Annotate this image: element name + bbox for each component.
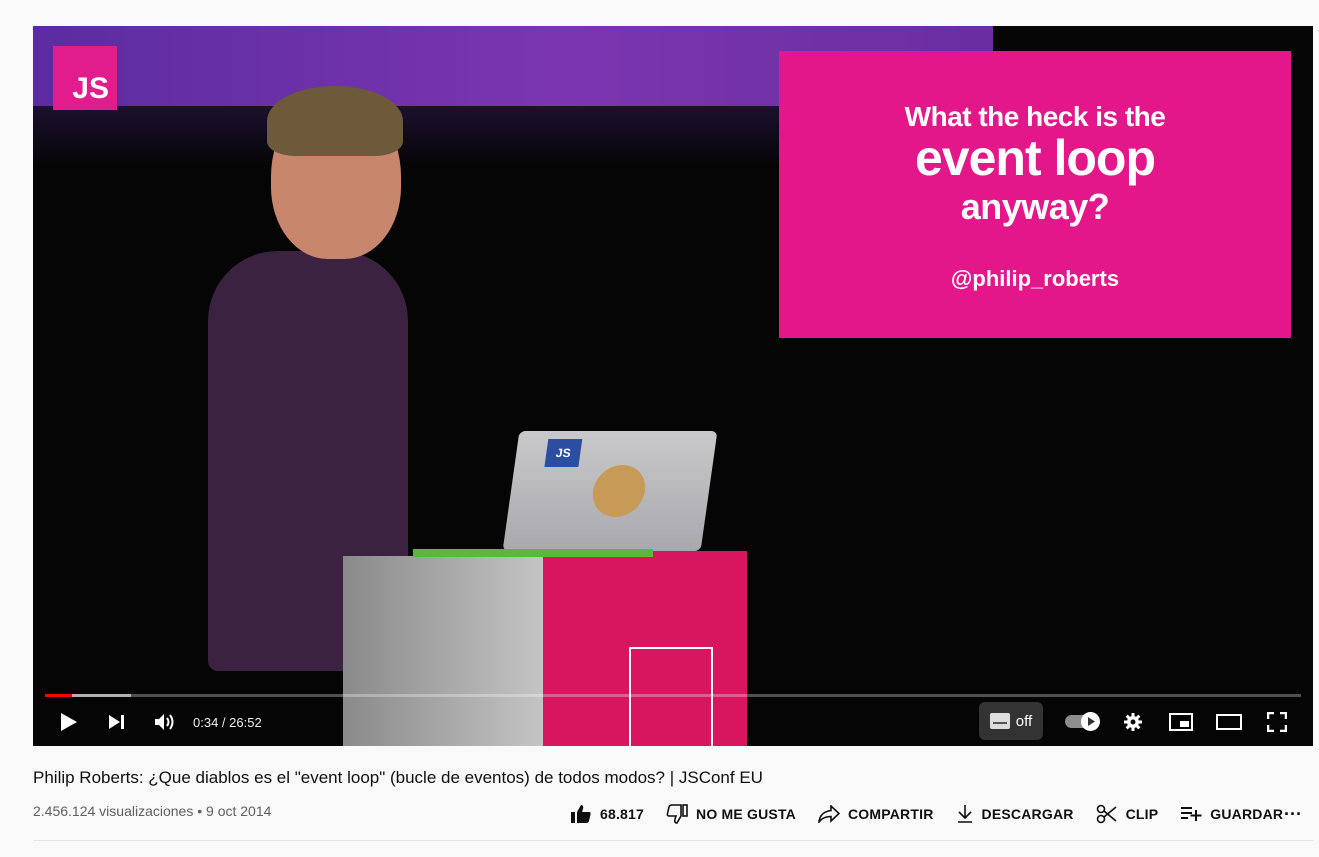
dislike-button[interactable]: NO ME GUSTA xyxy=(666,804,796,824)
next-button[interactable] xyxy=(103,702,131,742)
settings-button[interactable] xyxy=(1119,702,1147,742)
like-button[interactable]: 68.817 xyxy=(570,804,644,824)
autoplay-knob xyxy=(1081,712,1100,731)
video-player[interactable]: JS What the heck is the event loop anywa… xyxy=(33,26,1313,746)
mute-button[interactable] xyxy=(151,702,179,742)
video-meta: 2.456.124 visualizaciones • 9 oct 2014 xyxy=(33,803,271,819)
captions-button[interactable]: off xyxy=(979,702,1043,740)
video-title: Philip Roberts: ¿Que diablos es el "even… xyxy=(33,768,763,787)
theater-mode-button[interactable] xyxy=(1213,702,1245,742)
share-button[interactable]: COMPARTIR xyxy=(818,805,934,823)
clip-button[interactable]: CLIP xyxy=(1096,804,1159,824)
player-controls: 0:34 / 26:52 off xyxy=(33,702,1313,742)
share-icon xyxy=(818,805,840,823)
save-label: GUARDAR xyxy=(1210,806,1284,822)
fullscreen-button[interactable] xyxy=(1263,702,1291,742)
more-actions-button[interactable]: ··· xyxy=(1282,800,1304,828)
view-count: 2.456.124 visualizaciones xyxy=(33,803,194,819)
slide-handle: @philip_roberts xyxy=(950,266,1120,291)
save-button[interactable]: GUARDAR xyxy=(1180,806,1283,822)
like-count: 68.817 xyxy=(600,806,645,822)
autoplay-play-icon xyxy=(1088,717,1095,726)
autoplay-toggle[interactable] xyxy=(1065,702,1101,742)
theater-icon xyxy=(1216,714,1242,730)
slide-line-2: event loop xyxy=(914,130,1156,186)
download-icon xyxy=(957,805,972,823)
playlist-add-icon xyxy=(1181,807,1202,821)
download-button[interactable]: DESCARGAR xyxy=(956,804,1074,824)
miniplayer-icon xyxy=(1169,713,1193,731)
progress-bar[interactable] xyxy=(45,694,1301,697)
scissors-icon xyxy=(1096,804,1117,824)
thumbs-up-icon xyxy=(571,805,591,823)
divider xyxy=(33,840,1313,841)
progress-played xyxy=(45,694,72,697)
captions-icon xyxy=(989,713,1010,729)
miniplayer-button[interactable] xyxy=(1167,702,1195,742)
share-label: COMPARTIR xyxy=(847,806,934,822)
gear-icon xyxy=(1124,713,1142,731)
speaker-hair xyxy=(267,86,403,156)
laptop-base xyxy=(413,549,653,557)
jsconf-logo: JS xyxy=(53,46,117,110)
slide-line-1: What the heck is the xyxy=(904,101,1166,132)
upload-date: 9 oct 2014 xyxy=(206,803,272,819)
thumbs-down-icon xyxy=(666,804,688,824)
meta-separator: • xyxy=(197,803,203,819)
slide-line-3: anyway? xyxy=(960,186,1110,227)
dislike-label: NO ME GUSTA xyxy=(696,806,796,822)
next-icon xyxy=(109,715,124,729)
fullscreen-icon xyxy=(1267,712,1287,732)
play-button[interactable] xyxy=(55,702,83,742)
clip-label: CLIP xyxy=(1125,806,1159,822)
action-bar: 68.817 NO ME GUSTA COMPARTIR DESCARGAR C… xyxy=(570,798,1305,830)
presentation-slide: What the heck is the event loop anyway? … xyxy=(779,51,1291,338)
laptop-sticker-circle xyxy=(589,465,649,517)
laptop-sticker-js: JS xyxy=(544,439,583,467)
download-label: DESCARGAR xyxy=(981,806,1074,822)
laptop: JS xyxy=(502,431,718,551)
time-display: 0:34 / 26:52 xyxy=(193,714,262,730)
volume-icon xyxy=(155,714,174,730)
captions-label: off xyxy=(1015,712,1033,730)
play-icon xyxy=(61,713,77,731)
